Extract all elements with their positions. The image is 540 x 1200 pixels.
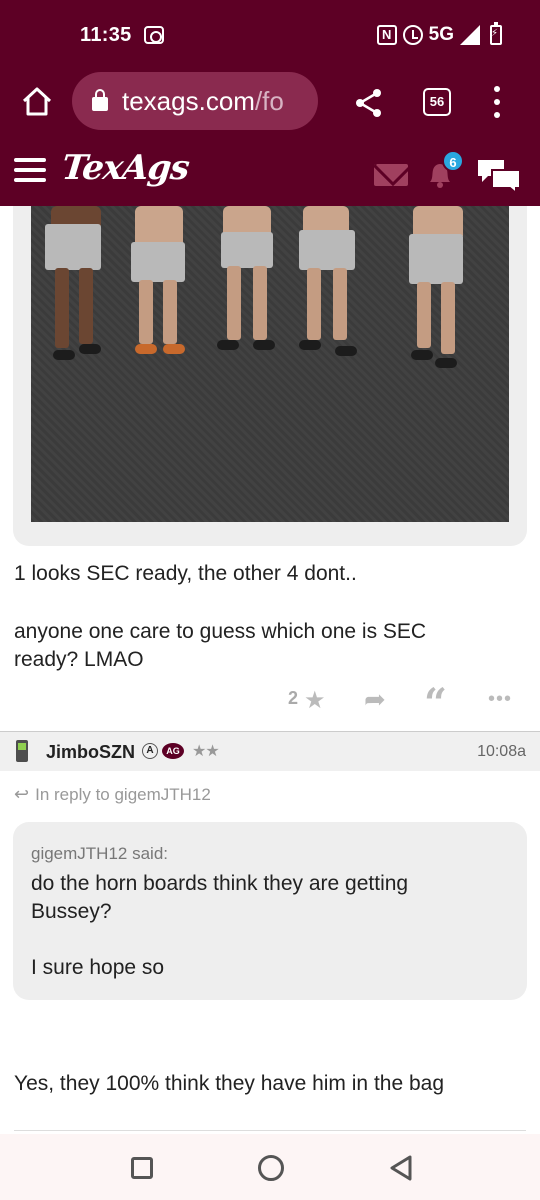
status-icons: N 5G xyxy=(376,22,502,46)
nfc-icon: N xyxy=(376,25,397,45)
browser-toolbar: texags.com/fo 56 xyxy=(0,72,540,134)
url-path: /fo xyxy=(254,85,284,116)
divider xyxy=(14,1130,526,1131)
like-count: 2 xyxy=(288,688,299,708)
address-bar[interactable]: texags.com/fo xyxy=(72,72,318,130)
quote-line-3: I sure hope so xyxy=(31,956,165,979)
status-bar: 11:35 N 5G xyxy=(0,0,540,72)
quote-author: gigemJTH12 said: xyxy=(31,844,169,863)
reply-to-link[interactable]: ↩ In reply to gigemJTH12 xyxy=(14,784,211,805)
quote-body: do the horn boards think they are gettin… xyxy=(31,870,511,982)
quote-block: gigemJTH12 said: do the horn boards thin… xyxy=(13,822,527,1000)
quote-line-1: do the horn boards think they are gettin… xyxy=(31,872,409,895)
status-time: 11:35 xyxy=(80,24,132,46)
account-badge: A xyxy=(142,743,158,759)
post-1-line-1: 1 looks SEC ready, the other 4 dont.. xyxy=(14,562,357,585)
mail-icon[interactable] xyxy=(374,164,408,186)
post-2-header: JimboSZN A AG ★★ 10:08a xyxy=(0,731,540,771)
ag-badge: AG xyxy=(162,743,184,759)
url-text: texags.com/fo xyxy=(122,86,284,117)
post-1-line-2: anyone one care to guess which one is SE… xyxy=(14,620,427,643)
url-domain: texags.com xyxy=(122,85,255,116)
network-label: 5G xyxy=(428,24,454,45)
post-2-body: Yes, they 100% think they have him in th… xyxy=(14,1072,445,1095)
battery-icon xyxy=(490,22,502,45)
site-logo[interactable]: TexAgs xyxy=(60,148,191,188)
mobile-device-icon xyxy=(16,740,28,762)
post-timestamp: 10:08a xyxy=(477,743,526,760)
more-options-icon[interactable]: ••• xyxy=(488,688,512,711)
post-1-line-3: ready? LMAO xyxy=(14,648,144,671)
share-icon[interactable] xyxy=(352,86,386,120)
username-link[interactable]: JimboSZN xyxy=(46,742,135,763)
back-icon[interactable] xyxy=(388,1154,414,1182)
reply-icon[interactable]: ➦ xyxy=(364,684,386,715)
quote-icon[interactable]: “ xyxy=(424,680,447,727)
reply-arrow-icon: ↩ xyxy=(14,784,30,804)
tab-switcher-button[interactable]: 56 xyxy=(423,88,451,116)
signal-icon xyxy=(460,25,480,45)
browser-menu-icon[interactable] xyxy=(490,86,504,118)
quote-line-2: Bussey? xyxy=(31,900,112,923)
system-nav-bar xyxy=(0,1134,540,1200)
notification-badge: 6 xyxy=(442,150,464,172)
chat-icon[interactable] xyxy=(476,156,522,194)
star-icon[interactable]: ★ xyxy=(304,686,326,715)
alarm-icon xyxy=(402,25,423,45)
reply-to-text: In reply to gigemJTH12 xyxy=(35,785,211,804)
post-image[interactable] xyxy=(31,206,509,522)
hamburger-menu-icon[interactable] xyxy=(14,158,46,182)
recent-apps-icon[interactable] xyxy=(131,1157,153,1179)
post-1-actions: 2 ★ ➦ “ ••• xyxy=(0,680,540,727)
screen-record-icon xyxy=(144,26,164,44)
user-rating-stars: ★★ xyxy=(192,743,220,760)
lock-icon xyxy=(92,89,108,111)
home-button-icon[interactable] xyxy=(258,1155,284,1181)
home-icon[interactable] xyxy=(20,86,54,118)
post-image-card xyxy=(13,206,527,546)
